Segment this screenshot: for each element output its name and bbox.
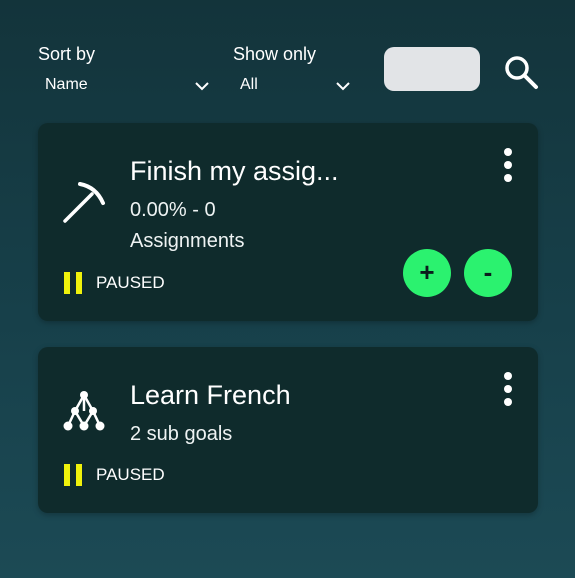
pause-icon: [64, 272, 82, 294]
tree-hierarchy-icon: [63, 391, 105, 431]
show-only-label: Show only: [233, 44, 317, 64]
goal-subgoals: 2 sub goals: [130, 423, 233, 445]
goal-card-french[interactable]: Learn French 2 sub goals PAUSED: [38, 347, 538, 513]
sort-by-select[interactable]: Name: [45, 76, 88, 94]
chevron-down-icon[interactable]: [194, 80, 210, 92]
goal-progress: 0.00% - 0: [130, 199, 216, 221]
more-vertical-icon[interactable]: [498, 371, 518, 407]
decrement-button[interactable]: -: [464, 249, 512, 297]
goal-category: Assignments: [130, 230, 245, 252]
status-badge: PAUSED: [64, 464, 165, 486]
search-input[interactable]: [384, 47, 480, 91]
goal-title: Learn French: [130, 380, 291, 410]
more-vertical-icon[interactable]: [498, 147, 518, 183]
status-text: PAUSED: [96, 465, 165, 484]
show-only-select[interactable]: All: [240, 76, 258, 94]
status-text: PAUSED: [96, 273, 165, 292]
chevron-down-icon[interactable]: [335, 80, 351, 92]
pickaxe-icon: [63, 182, 105, 223]
pause-icon: [64, 464, 82, 486]
goal-card-assignment[interactable]: Finish my assig... 0.00% - 0 Assignments…: [38, 123, 538, 321]
search-icon[interactable]: [503, 54, 539, 90]
goal-title: Finish my assig...: [130, 156, 339, 186]
sort-by-label: Sort by: [38, 44, 96, 64]
status-badge: PAUSED: [64, 272, 165, 294]
increment-button[interactable]: +: [403, 249, 451, 297]
